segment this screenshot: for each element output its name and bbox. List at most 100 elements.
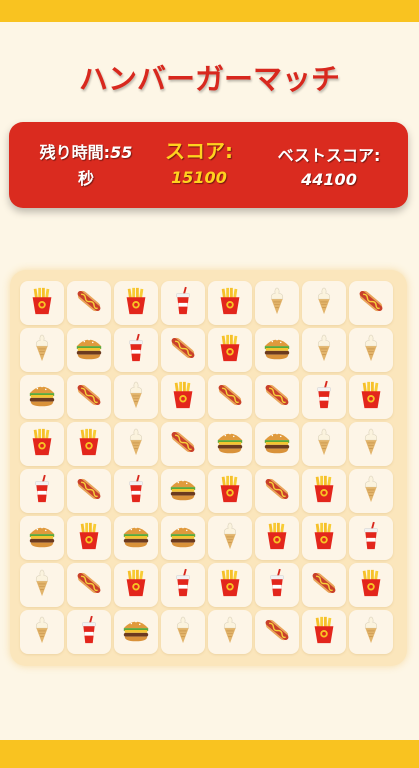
tile-icecream[interactable] [349,469,393,513]
tile-drink[interactable] [114,328,158,372]
icecream-icon [121,380,151,414]
tile-hotdog[interactable] [67,375,111,419]
best-score: ベストスコア: 44100 [262,144,396,192]
hotdog-icon [356,286,386,320]
tile-icecream[interactable] [302,328,346,372]
burger-icon [262,333,292,367]
drink-icon [168,568,198,602]
fries-icon [309,521,339,555]
tile-burger[interactable] [255,422,299,466]
tile-fries[interactable] [208,281,252,325]
tile-hotdog[interactable] [255,375,299,419]
fries-icon [215,568,245,602]
drink-icon [121,333,151,367]
tile-icecream[interactable] [114,422,158,466]
tile-burger[interactable] [161,516,205,560]
tile-icecream[interactable] [349,328,393,372]
tile-icecream[interactable] [302,422,346,466]
hotdog-icon [262,380,292,414]
tile-fries[interactable] [208,563,252,607]
icecream-icon [27,615,57,649]
tile-drink[interactable] [255,563,299,607]
time-value: 55 [110,143,133,162]
tile-hotdog[interactable] [161,328,205,372]
tile-hotdog[interactable] [255,469,299,513]
tile-fries[interactable] [255,516,299,560]
tile-icecream[interactable] [161,610,205,654]
tile-hotdog[interactable] [255,610,299,654]
bottom-bar [0,740,419,768]
tile-burger[interactable] [67,328,111,372]
fries-icon [27,286,57,320]
tile-drink[interactable] [161,281,205,325]
tile-fries[interactable] [67,516,111,560]
fries-icon [74,427,104,461]
tile-fries[interactable] [208,328,252,372]
tile-icecream[interactable] [208,610,252,654]
tile-hotdog[interactable] [302,563,346,607]
hotdog-icon [262,615,292,649]
tile-drink[interactable] [349,516,393,560]
tile-hotdog[interactable] [67,469,111,513]
tile-icecream[interactable] [20,610,64,654]
tile-icecream[interactable] [349,422,393,466]
tile-burger[interactable] [114,610,158,654]
tile-burger[interactable] [20,516,64,560]
hotdog-icon [168,333,198,367]
tile-burger[interactable] [255,328,299,372]
tile-fries[interactable] [161,375,205,419]
best-score-value: 44100 [301,170,357,189]
tile-icecream[interactable] [349,610,393,654]
burger-icon [168,474,198,508]
fries-icon [309,474,339,508]
tile-fries[interactable] [20,422,64,466]
time-remaining: 残り時間:55 秒 [27,140,145,192]
burger-icon [121,615,151,649]
icecream-icon [356,427,386,461]
tile-hotdog[interactable] [349,281,393,325]
tile-icecream[interactable] [302,281,346,325]
tile-burger[interactable] [208,422,252,466]
tile-fries[interactable] [114,563,158,607]
tile-hotdog[interactable] [208,375,252,419]
tile-fries[interactable] [349,375,393,419]
score-label: スコア: [165,139,233,163]
hotdog-icon [74,380,104,414]
tile-hotdog[interactable] [161,422,205,466]
tile-drink[interactable] [114,469,158,513]
tile-fries[interactable] [208,469,252,513]
tile-icecream[interactable] [208,516,252,560]
fries-icon [168,380,198,414]
drink-icon [121,474,151,508]
icecream-icon [309,286,339,320]
tile-icecream[interactable] [20,563,64,607]
tile-drink[interactable] [302,375,346,419]
fries-icon [74,521,104,555]
icecream-icon [168,615,198,649]
tile-fries[interactable] [67,422,111,466]
tile-hotdog[interactable] [67,563,111,607]
hotdog-icon [74,568,104,602]
tile-drink[interactable] [161,563,205,607]
tile-fries[interactable] [302,610,346,654]
score-value: 15100 [171,168,227,187]
tile-fries[interactable] [302,469,346,513]
tile-burger[interactable] [114,516,158,560]
icecream-icon [121,427,151,461]
icecream-icon [356,474,386,508]
tile-icecream[interactable] [20,328,64,372]
tile-burger[interactable] [161,469,205,513]
tile-burger[interactable] [20,375,64,419]
tile-fries[interactable] [114,281,158,325]
tile-icecream[interactable] [114,375,158,419]
tile-icecream[interactable] [255,281,299,325]
tile-drink[interactable] [20,469,64,513]
tile-fries[interactable] [20,281,64,325]
tile-fries[interactable] [349,563,393,607]
tile-drink[interactable] [67,610,111,654]
hotdog-icon [262,474,292,508]
fries-icon [121,568,151,602]
tile-fries[interactable] [302,516,346,560]
tile-hotdog[interactable] [67,281,111,325]
burger-icon [262,427,292,461]
